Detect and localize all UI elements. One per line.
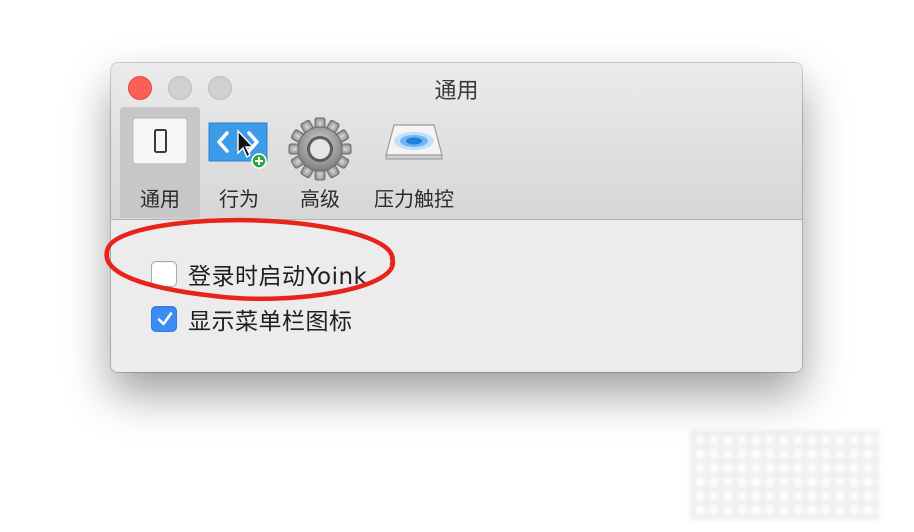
show-menubar-icon-label[interactable]: 显示菜单栏图标 bbox=[188, 302, 353, 336]
tab-force-touch[interactable]: 压力触控 bbox=[366, 107, 462, 218]
titlebar: 通用 通用 行为 高级 压力触控 bbox=[111, 63, 802, 220]
launch-at-login-label[interactable]: 登录时启动Yoink bbox=[188, 257, 367, 291]
launch-at-login-row: 登录时启动Yoink bbox=[151, 257, 367, 291]
preferences-window: 通用 通用 行为 高级 压力触控 登录时启动Yoink 显示菜单栏图标 bbox=[111, 63, 802, 372]
tab-behavior-label: 行为 bbox=[219, 187, 259, 211]
tab-general[interactable]: 通用 bbox=[120, 107, 200, 218]
tab-general-label: 通用 bbox=[140, 187, 180, 211]
show-menubar-icon-row: 显示菜单栏图标 bbox=[151, 302, 353, 336]
window-title: 通用 bbox=[434, 79, 479, 104]
tab-force-touch-label: 压力触控 bbox=[374, 187, 454, 211]
launch-at-login-checkbox[interactable] bbox=[151, 261, 177, 287]
checkmark-icon bbox=[157, 312, 173, 326]
tab-behavior[interactable]: 行为 bbox=[200, 107, 278, 218]
show-menubar-icon-checkbox[interactable] bbox=[151, 306, 177, 332]
general-settings-pane: 登录时启动Yoink 显示菜单栏图标 bbox=[111, 220, 802, 372]
force-touch-trackpad-icon bbox=[382, 117, 446, 171]
behavior-arrows-icon bbox=[207, 117, 271, 175]
tab-advanced-label: 高级 bbox=[300, 187, 340, 211]
screenshot-stage: 通用 通用 行为 高级 压力触控 登录时启动Yoink 显示菜单栏图标 bbox=[0, 0, 914, 532]
general-switch-icon bbox=[132, 117, 188, 169]
tab-advanced[interactable]: 高级 bbox=[280, 107, 360, 218]
watermark bbox=[690, 430, 880, 520]
gear-icon bbox=[288, 117, 352, 185]
